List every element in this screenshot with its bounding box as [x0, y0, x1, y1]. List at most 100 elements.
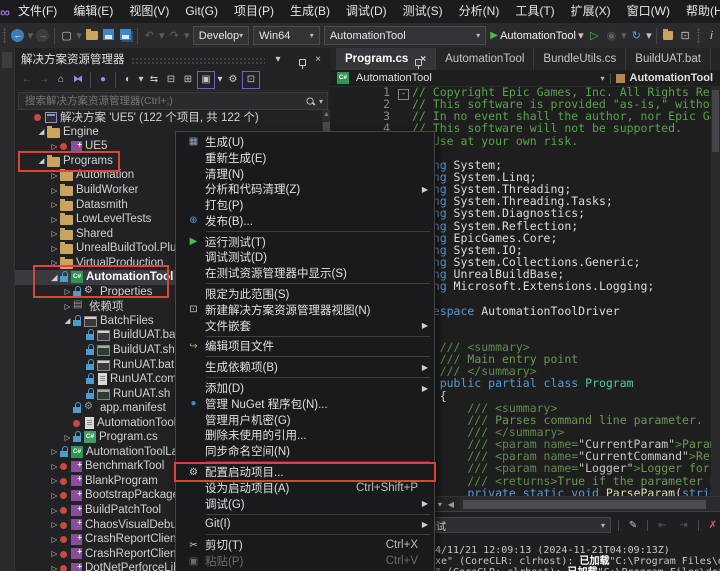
collapsed-arrow-icon[interactable]: ▷: [49, 244, 60, 253]
editor-vertical-scrollbar[interactable]: [711, 86, 720, 497]
context-menu-item[interactable]: 在测试资源管理器中显示(S): [176, 265, 434, 281]
menu-item[interactable]: 视图(V): [121, 0, 177, 23]
breadcrumb-caret-icon[interactable]: ▾: [600, 74, 604, 83]
menu-item[interactable]: 生成(B): [282, 0, 338, 23]
context-menu-item[interactable]: 管理用户机密(G): [176, 412, 434, 428]
collapsed-arrow-icon[interactable]: ▷: [49, 462, 60, 471]
toolbar-grip[interactable]: [3, 28, 6, 44]
horizontal-scrollbar[interactable]: [460, 497, 720, 512]
menu-item[interactable]: 项目(P): [226, 0, 282, 23]
filter-caret-icon[interactable]: ▾: [137, 72, 145, 88]
expanded-arrow-icon[interactable]: ◢: [62, 316, 73, 325]
sync-with-active-document-icon[interactable]: ⇆: [146, 72, 162, 88]
context-menu-item[interactable]: ▦生成(U): [176, 134, 434, 150]
window-position-caret-icon[interactable]: ▾: [271, 54, 285, 65]
tree-item[interactable]: 解决方案 'UE5' (122 个项目, 共 122 个): [15, 110, 322, 125]
breadcrumb-project[interactable]: AutomationTool: [337, 72, 432, 84]
collapsed-arrow-icon[interactable]: ▷: [49, 491, 60, 500]
context-menu-item[interactable]: 文件嵌套▶: [176, 318, 434, 334]
pending-changes-filter-icon[interactable]: ●: [95, 72, 111, 88]
collapsed-arrow-icon[interactable]: ▷: [49, 520, 60, 529]
platform-combo[interactable]: Win64 ▾: [253, 26, 320, 45]
message-filter-icon[interactable]: ✎: [626, 520, 640, 531]
back-dropdown-caret-icon[interactable]: ▾: [26, 29, 34, 42]
collapsed-arrow-icon[interactable]: ▷: [49, 258, 60, 267]
clear-all-icon[interactable]: ✗: [706, 520, 720, 531]
redo-caret-icon[interactable]: ▾: [183, 29, 191, 42]
redo-button[interactable]: ↷: [166, 29, 183, 42]
new-project-button[interactable]: ▢: [58, 29, 75, 42]
menu-item[interactable]: 帮助(H): [678, 0, 720, 23]
live-share-button[interactable]: ⊡: [677, 29, 694, 42]
menu-item[interactable]: 测试(S): [395, 0, 451, 23]
expanded-arrow-icon[interactable]: ◢: [36, 127, 47, 136]
find-in-files-button[interactable]: [660, 29, 677, 43]
context-menu-item[interactable]: ⊡新建解决方案资源管理器视图(N): [176, 302, 434, 318]
collapsed-arrow-icon[interactable]: ▷: [49, 215, 60, 224]
collapsed-arrow-icon[interactable]: ▷: [49, 535, 60, 544]
previous-message-icon[interactable]: ⇤: [655, 520, 669, 531]
collapsed-arrow-icon[interactable]: ▷: [62, 433, 73, 442]
solution-search-box[interactable]: ▾: [18, 92, 328, 110]
collapsed-arrow-icon[interactable]: ▷: [62, 302, 73, 311]
sync-caret-icon[interactable]: ▾: [216, 72, 224, 88]
menu-item[interactable]: 调试(D): [338, 0, 395, 23]
collapsed-arrow-icon[interactable]: ▷: [49, 171, 60, 180]
collapsed-arrow-icon[interactable]: ▷: [49, 564, 60, 571]
context-menu-item[interactable]: 打包(P): [176, 197, 434, 213]
configuration-combo[interactable]: Develop ▾: [193, 26, 249, 45]
collapse-all-icon[interactable]: ⊟: [163, 72, 179, 88]
context-menu-item[interactable]: 删除未使用的引用...: [176, 428, 434, 444]
explorer-back-icon[interactable]: ←: [19, 72, 35, 88]
context-menu-item[interactable]: 重新生成(E): [176, 150, 434, 166]
collapsed-tool-window-tab[interactable]: [2, 52, 12, 68]
collapsed-arrow-icon[interactable]: ▷: [49, 447, 60, 456]
menu-item[interactable]: 文件(F): [10, 0, 65, 23]
context-menu-item[interactable]: 分析和代码清理(Z)▶: [176, 181, 434, 197]
collapsed-arrow-icon[interactable]: ▷: [49, 186, 60, 195]
menu-item[interactable]: 工具(T): [507, 0, 562, 23]
context-menu-item[interactable]: 清理(N): [176, 166, 434, 182]
editor-tab[interactable]: Program.cs×: [336, 48, 436, 70]
collapsed-arrow-icon[interactable]: ▷: [49, 476, 60, 485]
home-icon[interactable]: ⌂: [53, 72, 69, 88]
collapsed-arrow-icon[interactable]: ▷: [49, 142, 60, 151]
undo-caret-icon[interactable]: ▾: [158, 29, 166, 42]
startup-project-combo[interactable]: AutomationTool ▾: [324, 26, 486, 45]
collapsed-arrow-icon[interactable]: ▷: [62, 287, 73, 296]
solution-search-input[interactable]: [23, 94, 302, 108]
cleanup-caret-icon[interactable]: ▾: [438, 500, 442, 509]
context-menu-item[interactable]: 调试(G)▶: [176, 496, 434, 512]
restart-button[interactable]: ↻: [628, 29, 645, 42]
hot-reload-caret-icon[interactable]: ▾: [620, 29, 628, 42]
context-menu-item[interactable]: 添加(D)▶: [176, 380, 434, 396]
start-debugging-button[interactable]: ▶: [488, 30, 500, 41]
expanded-arrow-icon[interactable]: ◢: [36, 156, 47, 165]
navigate-forward-button[interactable]: →: [34, 29, 51, 42]
collapsed-arrow-icon[interactable]: ▷: [49, 506, 60, 515]
context-menu-item[interactable]: ✂剪切(T)Ctrl+X: [176, 537, 434, 553]
context-menu-item[interactable]: 调试测试(D): [176, 250, 434, 266]
undo-button[interactable]: ↶: [141, 29, 158, 42]
scrollbar-thumb[interactable]: [712, 90, 719, 152]
close-icon[interactable]: ×: [311, 54, 325, 65]
editor-tab[interactable]: BundleUtils.cs: [534, 48, 626, 70]
output-log[interactable]: 4/11/21 12:09:13 (2024-11-21T04:09:13Z)x…: [435, 546, 720, 571]
save-all-button[interactable]: [117, 29, 134, 43]
context-menu-item[interactable]: 设为启动项目(A)Ctrl+Shift+P: [176, 480, 434, 496]
context-menu-item[interactable]: ↪编辑项目文件: [176, 339, 434, 355]
navigate-back-button[interactable]: ←: [9, 29, 26, 42]
hot-reload-button[interactable]: ◉: [603, 29, 620, 42]
save-button[interactable]: [100, 29, 117, 43]
menu-item[interactable]: 编辑(E): [65, 0, 121, 23]
context-menu-item[interactable]: Git(I)▶: [176, 517, 434, 533]
show-all-files-icon[interactable]: ⊞: [180, 72, 196, 88]
collapsed-arrow-icon[interactable]: ▷: [49, 549, 60, 558]
sync-selection-toggle[interactable]: ▣: [197, 71, 215, 89]
open-changes-filter-icon[interactable]: ◐: [120, 72, 136, 88]
editor-tab[interactable]: BuildUAT.bat: [626, 48, 711, 70]
new-dropdown-caret-icon[interactable]: ▾: [75, 29, 83, 42]
expanded-arrow-icon[interactable]: ◢: [49, 273, 60, 282]
context-menu-item[interactable]: ●管理 NuGet 程序包(N)...: [176, 396, 434, 412]
switch-views-icon[interactable]: ⧓: [70, 72, 86, 88]
